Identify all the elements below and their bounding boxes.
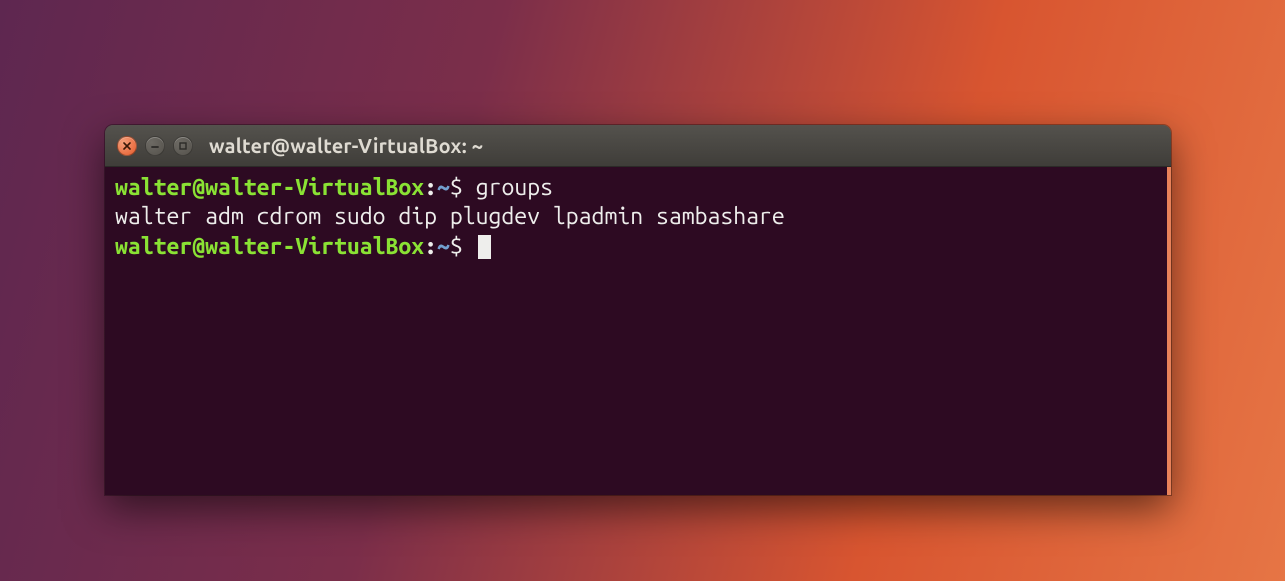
cursor-block	[478, 235, 491, 259]
terminal-line-1: walter@walter-VirtualBox:~$ groups	[115, 173, 1157, 202]
prompt-path: ~	[437, 175, 450, 200]
prompt-symbol: $	[450, 175, 463, 200]
terminal-window: walter@walter-VirtualBox: ~ walter@walte…	[105, 125, 1171, 495]
window-title: walter@walter-VirtualBox: ~	[209, 134, 483, 157]
command-output: walter adm cdrom sudo dip plugdev lpadmi…	[115, 204, 785, 229]
terminal-line-3: walter@walter-VirtualBox:~$	[115, 232, 1157, 261]
terminal-body[interactable]: walter@walter-VirtualBox:~$ groups walte…	[105, 167, 1171, 495]
prompt-separator: :	[424, 175, 437, 200]
minimize-button[interactable]	[145, 136, 165, 156]
window-controls	[117, 136, 193, 156]
prompt-user-host: walter@walter-VirtualBox	[115, 175, 424, 200]
prompt-symbol: $	[450, 234, 463, 259]
prompt-separator: :	[424, 234, 437, 259]
minimize-icon	[150, 141, 160, 151]
close-button[interactable]	[117, 136, 137, 156]
close-icon	[122, 141, 132, 151]
prompt-path: ~	[437, 234, 450, 259]
terminal-line-2: walter adm cdrom sudo dip plugdev lpadmi…	[115, 202, 1157, 231]
maximize-button[interactable]	[173, 136, 193, 156]
prompt-user-host: walter@walter-VirtualBox	[115, 234, 424, 259]
command-text: groups	[476, 175, 553, 200]
maximize-icon	[178, 141, 188, 151]
window-titlebar[interactable]: walter@walter-VirtualBox: ~	[105, 125, 1171, 167]
